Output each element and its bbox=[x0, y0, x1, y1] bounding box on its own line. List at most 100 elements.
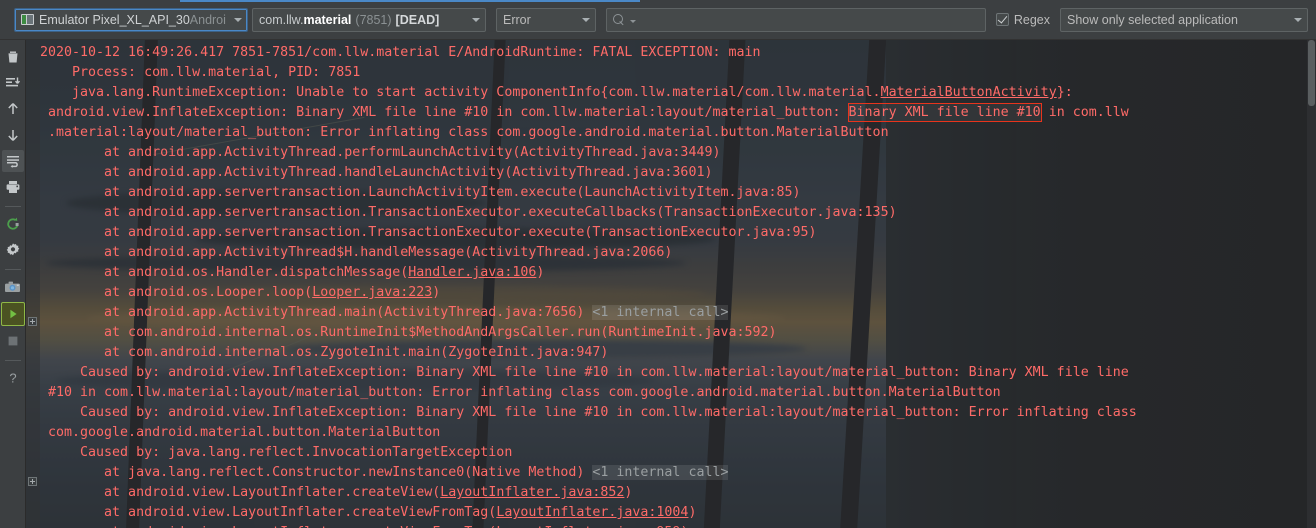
help-button[interactable]: ? bbox=[2, 367, 24, 389]
search-match-highlight: Binary XML file line #10 bbox=[847, 103, 1042, 122]
stop-square-icon bbox=[6, 334, 20, 348]
log-line[interactable]: at android.view.LayoutInflater.createVie… bbox=[40, 503, 1316, 523]
process-pid: (7851) bbox=[355, 12, 392, 27]
up-stack-trace-button[interactable] bbox=[2, 98, 24, 120]
regex-checkbox[interactable] bbox=[995, 13, 1009, 26]
log-text-area[interactable]: 2020-10-12 16:49:26.417 7851-7851/com.ll… bbox=[40, 40, 1316, 528]
log-line[interactable]: com.google.android.material.button.Mater… bbox=[40, 423, 1316, 443]
log-line[interactable]: at android.app.ActivityThread.handleLaun… bbox=[40, 163, 1316, 183]
regex-toggle[interactable]: Regex bbox=[995, 13, 1050, 27]
scroll-to-end-button[interactable] bbox=[2, 72, 24, 94]
log-line[interactable]: android.view.InflateException: Binary XM… bbox=[40, 103, 1316, 123]
log-text: Caused by: android.view.InflateException… bbox=[40, 405, 1137, 420]
screen-record-button[interactable] bbox=[0, 302, 25, 326]
chevron-down-icon bbox=[582, 17, 590, 22]
device-selector[interactable]: Emulator Pixel_XL_API_30 Androi bbox=[14, 7, 248, 32]
log-text: at android.app.ActivityThread.performLau… bbox=[40, 145, 721, 160]
log-line[interactable]: at android.app.servertransaction.Transac… bbox=[40, 203, 1316, 223]
log-line[interactable]: Caused by: android.view.InflateException… bbox=[40, 363, 1316, 383]
search-icon bbox=[613, 13, 625, 26]
log-text: .material:layout/material_button: Error … bbox=[40, 125, 889, 140]
log-line[interactable]: Caused by: android.view.InflateException… bbox=[40, 403, 1316, 423]
vertical-scrollbar[interactable] bbox=[1307, 40, 1316, 528]
log-line[interactable]: at android.os.Looper.loop(Looper.java:22… bbox=[40, 283, 1316, 303]
scope-filter-selector[interactable]: Show only selected application bbox=[1060, 7, 1308, 32]
log-line[interactable]: .material:layout/material_button: Error … bbox=[40, 123, 1316, 143]
log-line[interactable]: Process: com.llw.material, PID: 7851 bbox=[40, 63, 1316, 83]
question-mark-icon: ? bbox=[5, 370, 21, 386]
log-text: at java.lang.reflect.Constructor.newInst… bbox=[40, 465, 593, 480]
source-link[interactable]: Looper.java:223 bbox=[312, 285, 432, 300]
log-text: android.view.InflateException: Binary XM… bbox=[40, 105, 849, 120]
source-link[interactable]: LayoutInflater.java:1004 bbox=[496, 505, 688, 520]
log-line[interactable]: java.lang.RuntimeException: Unable to st… bbox=[40, 83, 1316, 103]
log-text: in com.llw bbox=[1040, 105, 1129, 120]
log-text: #10 in com.llw.material:layout/material_… bbox=[40, 385, 1001, 400]
log-line[interactable]: Caused by: java.lang.reflect.InvocationT… bbox=[40, 443, 1316, 463]
log-text: 2020-10-12 16:49:26.417 7851-7851/com.ll… bbox=[40, 45, 761, 60]
soft-wrap-button[interactable] bbox=[1, 150, 24, 172]
arrow-up-icon bbox=[5, 101, 21, 117]
process-package-name: material bbox=[303, 12, 352, 27]
log-text: ) bbox=[536, 265, 545, 280]
arrow-down-icon bbox=[5, 127, 21, 143]
log-line[interactable]: at com.android.internal.os.ZygoteInit.ma… bbox=[40, 343, 1316, 363]
process-selector[interactable]: com.llw. material (7851) [DEAD] bbox=[252, 7, 486, 32]
log-line[interactable]: #10 in com.llw.material:layout/material_… bbox=[40, 383, 1316, 403]
source-link[interactable]: MaterialButtonActivity bbox=[881, 85, 1057, 100]
log-text: at com.android.internal.os.ZygoteInit.ma… bbox=[40, 345, 609, 360]
scrollbar-thumb[interactable] bbox=[1308, 40, 1315, 106]
settings-button[interactable] bbox=[2, 239, 24, 261]
down-stack-trace-button[interactable] bbox=[2, 124, 24, 146]
logcat-output-pane[interactable]: 2020-10-12 16:49:26.417 7851-7851/com.ll… bbox=[26, 40, 1316, 528]
log-text: at android.app.ActivityThread.main(Activ… bbox=[40, 305, 593, 320]
log-text: at android.os.Handler.dispatchMessage( bbox=[40, 265, 409, 280]
log-text: ) bbox=[688, 505, 697, 520]
log-text: Caused by: java.lang.reflect.InvocationT… bbox=[40, 445, 513, 460]
android-device-icon bbox=[21, 14, 34, 25]
log-text: at android.app.servertransaction.Transac… bbox=[40, 225, 817, 240]
fold-marker[interactable] bbox=[28, 317, 37, 326]
stop-button[interactable] bbox=[2, 330, 24, 352]
print-button[interactable] bbox=[2, 176, 24, 198]
process-package-prefix: com.llw. bbox=[259, 12, 304, 27]
log-level-selector[interactable]: Error bbox=[496, 7, 596, 32]
log-line[interactable]: at android.app.ActivityThread.main(Activ… bbox=[40, 303, 1316, 323]
log-text: at android.view.LayoutInflater.createVie… bbox=[40, 505, 497, 520]
toolbar-divider bbox=[4, 360, 21, 361]
log-text: at android.app.ActivityThread.handleLaun… bbox=[40, 165, 713, 180]
internal-call-fold[interactable]: <1 internal call> bbox=[592, 305, 729, 320]
trash-icon bbox=[5, 49, 21, 65]
source-link[interactable]: Handler.java:106 bbox=[408, 265, 536, 280]
log-text: at android.app.servertransaction.LaunchA… bbox=[40, 185, 801, 200]
log-text: ) bbox=[624, 485, 633, 500]
editor-gutter[interactable] bbox=[26, 40, 40, 528]
log-text: Caused by: android.view.InflateException… bbox=[40, 365, 1129, 380]
log-line[interactable]: 2020-10-12 16:49:26.417 7851-7851/com.ll… bbox=[40, 43, 1316, 63]
log-text: com.google.android.material.button.Mater… bbox=[40, 425, 441, 440]
log-line[interactable]: at android.view.LayoutInflater.createVie… bbox=[40, 523, 1316, 528]
search-input[interactable] bbox=[636, 12, 979, 27]
log-line[interactable]: at android.view.LayoutInflater.createVie… bbox=[40, 483, 1316, 503]
internal-call-fold[interactable]: <1 internal call> bbox=[592, 465, 729, 480]
log-text: at android.view.LayoutInflater.createVie… bbox=[40, 485, 441, 500]
source-link[interactable]: LayoutInflater.java:852 bbox=[440, 485, 624, 500]
log-text: at android.os.Looper.loop( bbox=[40, 285, 313, 300]
search-field[interactable] bbox=[606, 7, 986, 32]
clear-logcat-button[interactable] bbox=[2, 46, 24, 68]
log-line[interactable]: at android.app.servertransaction.Transac… bbox=[40, 223, 1316, 243]
fold-marker[interactable] bbox=[28, 477, 37, 486]
log-line[interactable]: at java.lang.reflect.Constructor.newInst… bbox=[40, 463, 1316, 483]
device-name: Emulator Pixel_XL_API_30 bbox=[39, 12, 190, 27]
log-text: at com.android.internal.os.RuntimeInit$M… bbox=[40, 325, 777, 340]
toolbar-divider bbox=[4, 269, 21, 270]
log-line[interactable]: at android.os.Handler.dispatchMessage(Ha… bbox=[40, 263, 1316, 283]
log-line[interactable]: at android.app.servertransaction.LaunchA… bbox=[40, 183, 1316, 203]
screenshot-button[interactable] bbox=[2, 276, 24, 298]
log-line[interactable]: at android.app.ActivityThread.performLau… bbox=[40, 143, 1316, 163]
chevron-down-icon bbox=[234, 17, 242, 22]
restart-button[interactable] bbox=[2, 213, 24, 235]
log-line[interactable]: at com.android.internal.os.RuntimeInit$M… bbox=[40, 323, 1316, 343]
log-text: ) bbox=[432, 285, 441, 300]
log-line[interactable]: at android.app.ActivityThread$H.handleMe… bbox=[40, 243, 1316, 263]
